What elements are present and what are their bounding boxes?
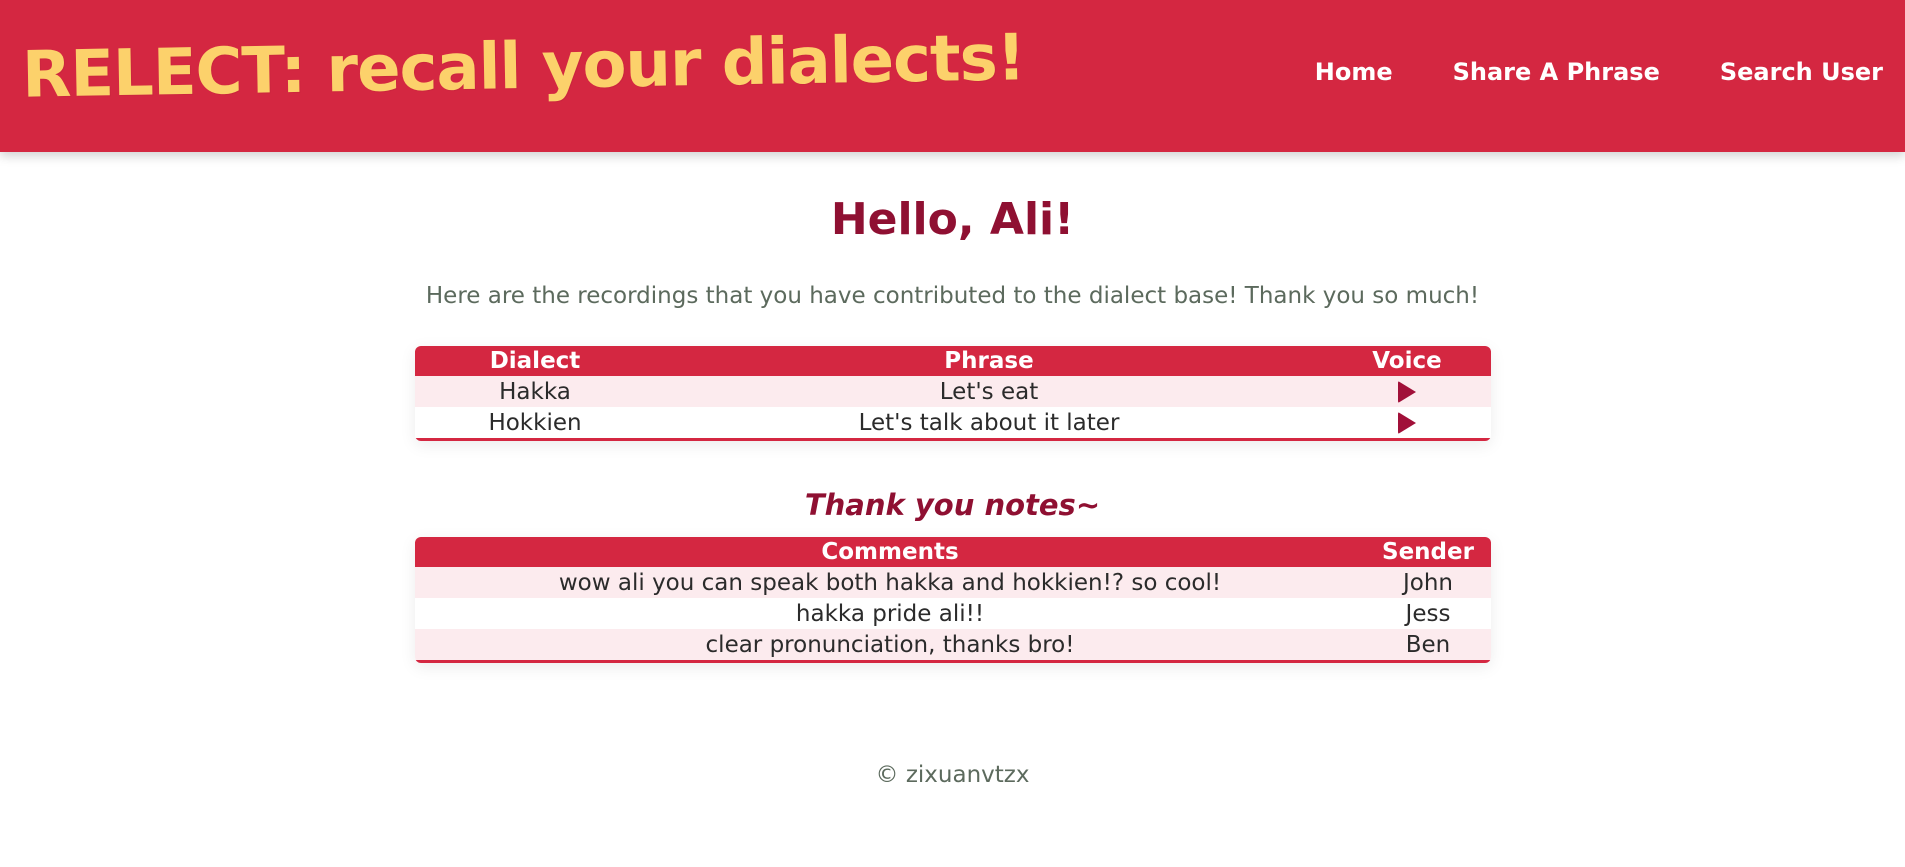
voice-cell [1323,407,1491,441]
table-row: wow ali you can speak both hakka and hok… [415,567,1491,598]
intro-text: Here are the recordings that you have co… [425,283,1480,309]
play-icon[interactable] [1398,412,1416,434]
table-row: hakka pride ali!! Jess [415,598,1491,629]
table-header-row: Comments Sender [415,537,1491,567]
comment-cell: wow ali you can speak both hakka and hok… [415,567,1365,598]
column-header-sender: Sender [1365,537,1491,567]
brand-logo-text[interactable]: RELECT: recall your dialects! [21,21,1025,112]
main-content: Hello, Ali! Here are the recordings that… [0,152,1905,309]
play-icon[interactable] [1398,381,1416,403]
table-row: Hokkien Let's talk about it later [415,407,1491,441]
footer-copyright: © zixuanvtzx [875,762,1030,788]
table-row: Hakka Let's eat [415,376,1491,407]
column-header-dialect: Dialect [415,346,655,376]
column-header-comments: Comments [415,537,1365,567]
nav-link-share-a-phrase[interactable]: Share A Phrase [1453,58,1660,86]
sender-cell: Ben [1365,629,1491,663]
phrase-cell: Let's eat [655,376,1323,407]
comment-cell: clear pronunciation, thanks bro! [415,629,1365,663]
column-header-phrase: Phrase [655,346,1323,376]
table-row: clear pronunciation, thanks bro! Ben [415,629,1491,663]
comment-cell: hakka pride ali!! [415,598,1365,629]
nav-link-home[interactable]: Home [1315,58,1393,86]
notes-section-title: Thank you notes~ [804,488,1101,522]
dialect-cell: Hokkien [415,407,655,441]
voice-cell [1323,376,1491,407]
dialect-cell: Hakka [415,376,655,407]
page-title: Hello, Ali! [830,194,1075,245]
sender-cell: Jess [1365,598,1491,629]
thank-you-notes-table: Comments Sender wow ali you can speak bo… [415,537,1491,663]
phrase-cell: Let's talk about it later [655,407,1323,441]
main-nav: Home Share A Phrase Search User [1315,58,1883,86]
nav-link-search-user[interactable]: Search User [1720,58,1883,86]
sender-cell: John [1365,567,1491,598]
top-navbar: RELECT: recall your dialects! Home Share… [0,0,1905,152]
table-header-row: Dialect Phrase Voice [415,346,1491,376]
recordings-table: Dialect Phrase Voice Hakka Let's eat Hok… [415,346,1491,441]
column-header-voice: Voice [1323,346,1491,376]
